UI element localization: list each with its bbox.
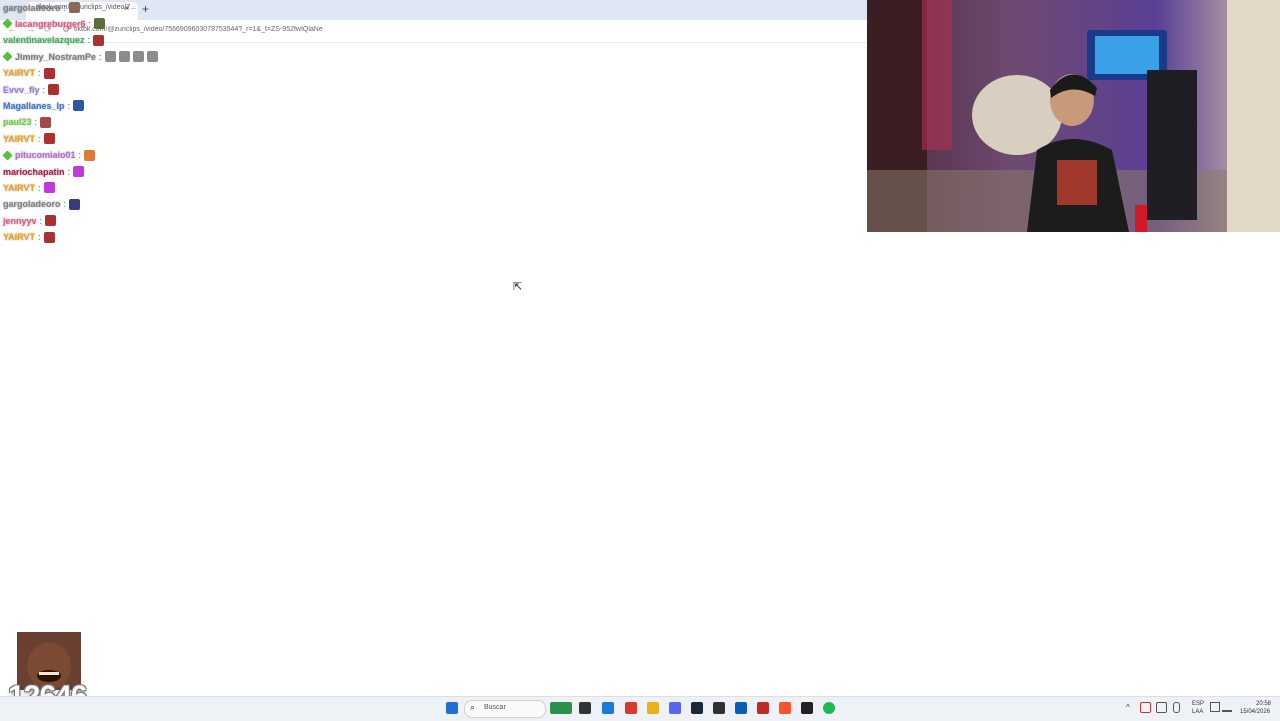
- chat-username[interactable]: Evvv_fly: [3, 85, 40, 95]
- taskbar-discord-icon[interactable]: [669, 702, 681, 714]
- sub-badge-icon: [2, 150, 13, 161]
- taskbar-windows-icon[interactable]: [446, 702, 458, 714]
- chat-separator: :: [42, 84, 46, 95]
- chat-message: gargoladeoro:: [3, 0, 83, 15]
- chat-message: jennyyv:: [3, 213, 59, 228]
- taskbar-task-view-icon[interactable]: [579, 702, 591, 714]
- chat-separator: :: [67, 166, 71, 177]
- chat-message: YAIRVT:: [3, 180, 58, 195]
- tray-mic-icon[interactable]: [1173, 702, 1180, 713]
- chat-separator: :: [38, 232, 41, 243]
- chat-separator: :: [38, 182, 41, 193]
- taskbar-chrome-icon[interactable]: [625, 702, 637, 714]
- chat-separator: :: [63, 2, 67, 13]
- chat-separator: :: [63, 199, 67, 210]
- chat-emote-icon: [146, 51, 158, 63]
- chat-emote-icon: [84, 149, 96, 161]
- chat-emote-icon: [73, 100, 85, 112]
- taskbar-steam-icon[interactable]: [691, 702, 703, 714]
- tray-time[interactable]: 20:58: [1256, 701, 1271, 707]
- tray-date[interactable]: 15/04/2026: [1240, 709, 1270, 715]
- chat-emote-icon: [94, 18, 106, 30]
- tray-network-icon[interactable]: [1156, 702, 1167, 713]
- chat-message: pitucomiaio01:: [2, 148, 98, 163]
- chat-separator: :: [99, 51, 102, 62]
- chat-emote-icon: [132, 51, 144, 63]
- chat-separator: :: [38, 68, 41, 79]
- address-bar[interactable]: tiktok.com/@zuriclips_/video/75669096030…: [74, 26, 834, 38]
- chat-emote-icon: [69, 198, 81, 210]
- chat-emote-icon: [73, 166, 85, 177]
- chat-message: Evvv_fly:: [3, 82, 62, 97]
- taskbar-file-explorer-icon[interactable]: [647, 702, 659, 714]
- chat-message: YAIRVT:: [3, 131, 58, 146]
- chat-message: YAIRVT:: [3, 66, 58, 81]
- search-icon: ⌕: [470, 702, 476, 712]
- chat-message: gargoladeoro:: [3, 197, 83, 212]
- chat-username[interactable]: gargoladeoro: [3, 199, 61, 209]
- chat-emote-icon: [104, 51, 116, 63]
- chat-separator: :: [78, 150, 82, 161]
- taskbar-terminal-icon[interactable]: [801, 702, 813, 714]
- chat-emote-icon: [45, 215, 57, 227]
- chat-emote-icon: [43, 133, 55, 145]
- sub-badge-icon: [2, 51, 13, 62]
- chat-username[interactable]: YAIRVT: [3, 68, 35, 78]
- chat-separator: :: [38, 133, 41, 144]
- chat-separator: :: [39, 215, 43, 226]
- tray-volume-icon[interactable]: [1222, 702, 1232, 712]
- chat-message: lacangreburger6:: [2, 16, 108, 31]
- chat-emote-icon: [43, 67, 55, 79]
- chat-message: Jimmy_NostramPe:: [2, 49, 161, 64]
- mouse-cursor-icon: ⇱: [513, 281, 523, 293]
- chat-emote-icon: [40, 116, 52, 128]
- taskbar-store-icon[interactable]: [735, 702, 747, 714]
- chat-username[interactable]: gargoladeoro: [3, 3, 61, 13]
- tray-app-icon[interactable]: [1140, 702, 1151, 713]
- tray-chevron-icon[interactable]: ^: [1126, 703, 1130, 712]
- chat-message: Magallanes_lp:: [3, 98, 87, 113]
- chat-message: valentinavelazquez:: [3, 33, 107, 48]
- tray-language-bottom[interactable]: LAA: [1192, 709, 1203, 715]
- sub-badge-icon: [2, 18, 13, 29]
- chat-username[interactable]: pitucomiaio01: [15, 150, 76, 160]
- chat-username[interactable]: jennyyv: [3, 216, 37, 226]
- chat-username[interactable]: Jimmy_NostramPe: [15, 52, 96, 62]
- taskbar-edge-icon[interactable]: [602, 702, 614, 714]
- chat-username[interactable]: lacangreburger6: [15, 19, 86, 29]
- webcam-image: [867, 0, 1280, 232]
- taskbar-widgets-icon[interactable]: [550, 702, 572, 714]
- taskbar-app-icon[interactable]: [757, 702, 769, 714]
- chat-username[interactable]: Magallanes_lp: [3, 101, 65, 111]
- new-tab-button[interactable]: +: [142, 2, 149, 16]
- chat-emote-icon: [69, 2, 81, 13]
- chat-username[interactable]: mariochapatin: [3, 167, 65, 177]
- taskbar-search-label: Buscar: [484, 704, 506, 711]
- tray-display-icon[interactable]: [1210, 702, 1220, 712]
- chat-message: paul23:: [3, 115, 54, 130]
- chat-separator: :: [88, 18, 92, 29]
- taskbar-obs-icon[interactable]: [713, 702, 725, 714]
- chat-username[interactable]: YAIRVT: [3, 232, 35, 242]
- chat-message: YAIRVT:: [3, 230, 58, 245]
- chat-separator: :: [67, 100, 71, 111]
- chat-message: mariochapatin:: [3, 164, 87, 179]
- taskbar-brave-icon[interactable]: [779, 702, 791, 714]
- chat-emote-icon: [43, 182, 55, 194]
- chat-username[interactable]: YAIRVT: [3, 134, 35, 144]
- chat-separator: :: [34, 117, 38, 128]
- chat-emote-icon: [43, 231, 55, 243]
- chat-username[interactable]: YAIRVT: [3, 183, 35, 193]
- chat-emote-icon: [93, 34, 105, 46]
- chat-emote-icon: [118, 51, 130, 63]
- chat-username[interactable]: paul23: [3, 117, 32, 127]
- tray-language-top[interactable]: ESP: [1192, 701, 1204, 707]
- chat-username[interactable]: valentinavelazquez: [3, 35, 85, 45]
- webcam-feed: [867, 0, 1280, 232]
- chat-separator: :: [87, 35, 91, 46]
- chat-emote-icon: [48, 84, 60, 95]
- taskbar-spotify-icon[interactable]: [823, 702, 835, 714]
- taskbar: [0, 696, 1280, 721]
- tab-close-icon[interactable]: ×: [124, 3, 129, 13]
